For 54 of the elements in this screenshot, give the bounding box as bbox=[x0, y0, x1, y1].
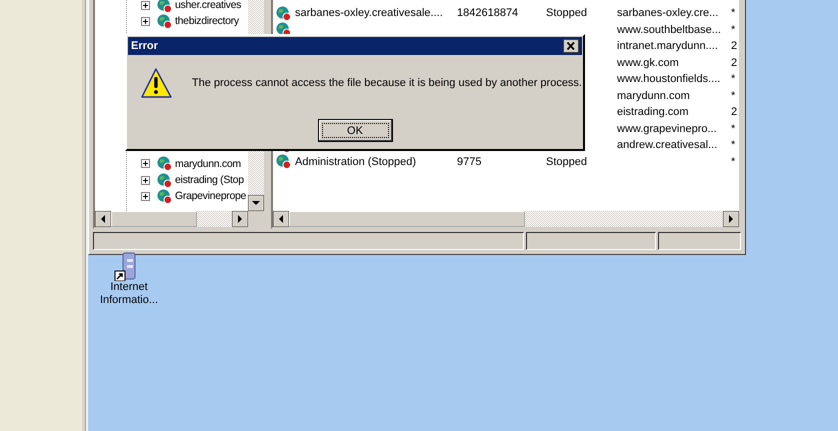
horizontal-scrollbar[interactable] bbox=[273, 211, 739, 227]
table-cell: www.houstonfields.... bbox=[617, 73, 720, 86]
scroll-left-button[interactable] bbox=[273, 211, 289, 227]
horizontal-scrollbar[interactable] bbox=[95, 211, 264, 227]
table-cell: intranet.marydunn.... bbox=[617, 40, 718, 52]
expand-icon[interactable] bbox=[141, 192, 150, 201]
table-cell: sarbanes-oxley.cre... bbox=[617, 7, 718, 20]
table-cell: sarbanes-oxley.creativesale.... bbox=[295, 7, 443, 20]
expand-icon[interactable] bbox=[141, 159, 150, 168]
table-cell: * bbox=[731, 139, 736, 152]
expand-icon[interactable] bbox=[141, 0, 150, 10]
table-cell: 9775 bbox=[457, 156, 482, 168]
table-cell: 2 bbox=[731, 106, 738, 118]
expand-icon[interactable] bbox=[141, 176, 150, 185]
tree-item[interactable]: eistrading (Stop bbox=[175, 174, 244, 186]
table-cell: www.southbeltbase... bbox=[617, 24, 721, 36]
globe-stop-icon bbox=[157, 188, 172, 204]
table-cell: Stopped bbox=[546, 7, 587, 20]
scroll-right-button[interactable] bbox=[723, 211, 739, 227]
table-cell: andrew.creativesal... bbox=[617, 139, 718, 152]
table-cell: * bbox=[731, 73, 736, 86]
table-cell: 1842618874 bbox=[457, 7, 518, 20]
globe-stop-icon bbox=[276, 154, 291, 170]
table-cell: * bbox=[731, 156, 736, 168]
dialog-title: Error bbox=[131, 40, 158, 52]
table-cell: 2 bbox=[731, 56, 738, 69]
globe-stop-icon bbox=[157, 14, 172, 29]
expand-icon[interactable] bbox=[141, 16, 150, 26]
tree-item[interactable]: marydunn.com bbox=[175, 158, 241, 170]
scroll-down-button[interactable] bbox=[248, 195, 264, 211]
tree-item[interactable]: Grapevineprope bbox=[175, 190, 246, 202]
ok-button[interactable]: OK bbox=[318, 119, 392, 142]
globe-stop-icon bbox=[157, 172, 172, 188]
table-cell: * bbox=[731, 7, 736, 20]
table-cell: 2 bbox=[731, 40, 738, 52]
table-cell: www.grapevinepro... bbox=[617, 122, 717, 135]
globe-stop-icon bbox=[157, 156, 172, 172]
error-message: The process cannot access the file because it is being used by another process. bbox=[192, 77, 582, 89]
warning-icon bbox=[139, 67, 173, 99]
table-cell: www.gk.com bbox=[617, 56, 679, 69]
close-icon[interactable] bbox=[563, 39, 579, 53]
scroll-left-button[interactable] bbox=[95, 211, 111, 227]
table-cell: * bbox=[731, 24, 736, 36]
table-cell: Stopped bbox=[546, 156, 587, 168]
globe-stop-icon bbox=[276, 6, 291, 21]
tree-item[interactable]: usher.creatives bbox=[175, 0, 242, 12]
table-cell: eistrading.com bbox=[617, 106, 689, 118]
tree-item[interactable]: thebizdirectory bbox=[175, 15, 239, 28]
scroll-right-button[interactable] bbox=[232, 211, 248, 227]
table-cell: Administration (Stopped) bbox=[295, 156, 416, 168]
desktop-icon-label[interactable]: Internet Informatio... bbox=[93, 281, 165, 307]
table-cell: * bbox=[731, 122, 736, 135]
table-cell: marydunn.com bbox=[617, 90, 690, 102]
table-cell: * bbox=[731, 90, 736, 102]
